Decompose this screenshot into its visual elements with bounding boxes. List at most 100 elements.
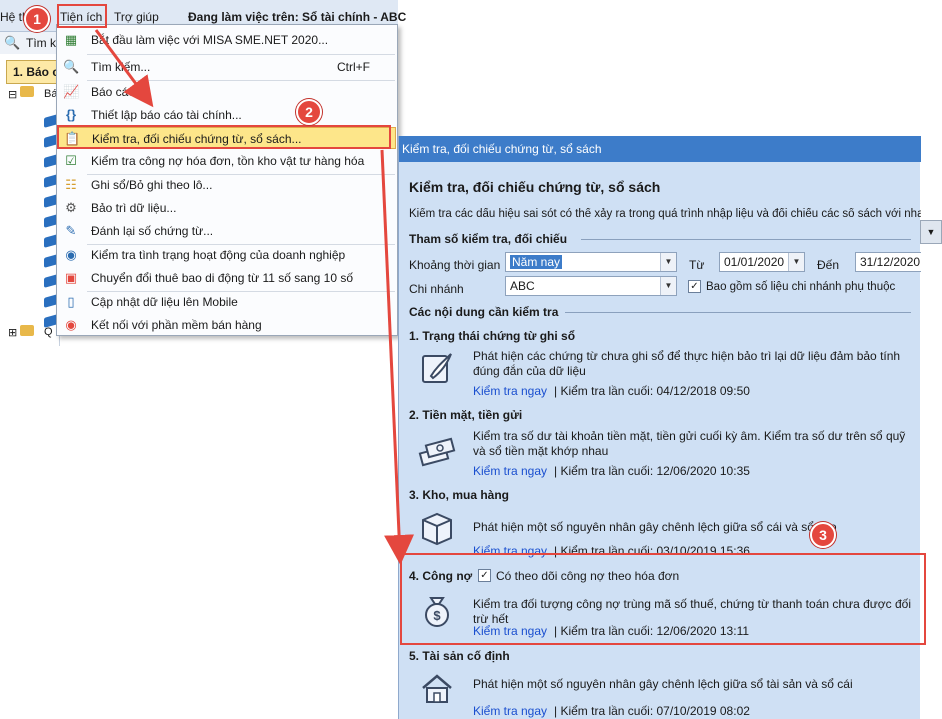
menu-item-shortcut: Ctrl+F: [337, 60, 370, 74]
menu-item-check-debt-invoice[interactable]: ☑ Kiểm tra công nợ hóa đơn, tồn kho vật …: [58, 150, 396, 172]
folder-icon: [20, 86, 34, 97]
menu-item-batch-posting[interactable]: ☷ Ghi sổ/Bỏ ghi theo lô...: [58, 174, 396, 196]
menu-item-search[interactable]: 🔍 Tìm kiếm... Ctrl+F: [58, 56, 396, 78]
check-now-link[interactable]: Kiểm tra ngay: [473, 704, 547, 718]
renumber-icon: ✎: [65, 223, 77, 238]
step-badge-3: 3: [810, 522, 836, 548]
step-badge-1: 1: [24, 6, 50, 32]
include-branch-label: Bao gồm số liệu chi nhánh phụ thuộc: [706, 281, 896, 293]
menu-item-label: Bắt đầu làm việc với MISA SME.NET 2020..…: [91, 33, 329, 47]
item-title: 3. Kho, mua hàng: [409, 488, 510, 502]
chevron-down-icon[interactable]: ▼: [660, 253, 676, 271]
menu-item-data-maintenance[interactable]: ⚙ Bảo trì dữ liệu...: [58, 197, 396, 219]
formula-icon: {}: [65, 107, 77, 122]
gear-icon: ⚙: [65, 200, 77, 215]
menu-item-sales-connect[interactable]: ◉ Kết nối với phần mềm bán hàng: [58, 314, 396, 336]
from-date-value: 01/01/2020: [724, 255, 785, 269]
period-label: Khoảng thời gian: [409, 258, 501, 272]
section-divider: [581, 239, 911, 240]
left-panel: 1. Báo c ⊟ Bá ⊞ Q: [0, 56, 60, 346]
to-date-value: 31/12/2020: [860, 255, 921, 269]
highlight-rect-cong-no: [400, 553, 926, 645]
last-checked: | Kiểm tra lần cuối: 04/12/2018 09:50: [554, 384, 750, 398]
chevron-down-icon[interactable]: ▼: [920, 220, 942, 244]
section-divider: [565, 312, 911, 313]
menu-item-start-misa[interactable]: ▦ Bắt đầu làm việc với MISA SME.NET 2020…: [58, 29, 396, 51]
menu-item-mobile-update[interactable]: ▯ Cập nhật dữ liệu lên Mobile: [58, 291, 396, 313]
dialog-heading: Kiểm tra, đối chiếu chứng từ, sổ sách: [409, 179, 661, 195]
contents-section-head: Các nội dung cần kiểm tra: [409, 305, 559, 319]
menu-tro-giup[interactable]: Trợ giúp: [114, 10, 159, 24]
last-checked: | Kiểm tra lần cuối: 07/10/2019 08:02: [554, 704, 750, 718]
to-date-input[interactable]: 31/12/2020: [855, 252, 921, 272]
branch-select[interactable]: ABC ▼: [505, 276, 677, 296]
menu-item-report[interactable]: 📈 Báo cáo: [58, 81, 396, 103]
menu-separator: [87, 54, 395, 55]
chevron-down-icon[interactable]: ▼: [788, 253, 804, 271]
menu-item-label: Chuyển đổi thuê bao di động từ 11 số san…: [91, 271, 354, 285]
item-description: Phát hiện một số nguyên nhân gây chênh l…: [473, 677, 853, 691]
working-title: Đang làm việc trên: Sổ tài chính - ABC: [188, 10, 407, 24]
check-now-link[interactable]: Kiểm tra ngay: [473, 464, 547, 478]
item-description: Phát hiện các chứng từ chưa ghi sổ để th…: [473, 349, 901, 378]
menu-item-label: Tìm kiếm...: [91, 60, 151, 74]
search-icon: 🔍: [63, 59, 80, 74]
menu-item-phone-convert[interactable]: ▣ Chuyển đổi thuê bao di động từ 11 số s…: [58, 267, 396, 289]
step-badge-2: 2: [296, 99, 322, 125]
tree-expand-icon[interactable]: ⊞: [8, 326, 17, 339]
search-icon[interactable]: 🔍: [4, 35, 20, 51]
batch-posting-icon: ☷: [65, 177, 77, 192]
house-icon: [422, 674, 452, 703]
branch-value: ABC: [510, 279, 535, 293]
dialog-description: Kiểm tra các dấu hiệu sai sót có thể xảy…: [409, 208, 921, 220]
menu-item-label: Kết nối với phần mềm bán hàng: [91, 318, 262, 332]
menu-item-label: Kiểm tra công nợ hóa đơn, tồn kho vật tư…: [91, 154, 365, 168]
chevron-down-icon[interactable]: ▼: [660, 277, 676, 295]
mobile-icon: ▯: [67, 294, 75, 309]
item-description: Kiểm tra số dư tài khoản tiền mặt, tiền …: [473, 429, 906, 458]
folder-icon: [20, 325, 34, 336]
item-title: 5. Tài sản cố định: [409, 649, 510, 663]
branch-label: Chi nhánh: [409, 282, 464, 296]
to-label: Đến: [817, 258, 840, 272]
dialog-titlebar: Kiểm tra, đối chiếu chứng từ, sổ sách: [399, 136, 921, 162]
report-icon: 📈: [63, 84, 80, 99]
menu-item-label: Đánh lại số chứng từ...: [91, 224, 214, 238]
menu-item-business-status[interactable]: ◉ Kiểm tra tình trạng hoạt động của doan…: [58, 244, 396, 266]
toolbar: 🔍 Tìm k: [0, 32, 60, 54]
from-date-input[interactable]: 01/01/2020 ▼: [719, 252, 805, 272]
tien-ich-dropdown: ▦ Bắt đầu làm việc với MISA SME.NET 2020…: [56, 24, 398, 336]
menu-item-label: Kiểm tra tình trạng hoạt động của doanh …: [91, 248, 346, 262]
menu-item-label: Ghi sổ/Bỏ ghi theo lô...: [91, 178, 213, 192]
checkmark-icon: ☑: [65, 153, 77, 168]
menu-item-label: Cập nhật dữ liệu lên Mobile: [91, 295, 238, 309]
box-icon: [422, 512, 452, 546]
misa-start-icon: ▦: [64, 32, 78, 47]
check-now-link[interactable]: Kiểm tra ngay: [473, 384, 547, 398]
highlight-rect-tien-ich: [57, 4, 107, 28]
report-tab[interactable]: 1. Báo c: [6, 60, 60, 84]
toolbar-search-label[interactable]: Tìm k: [26, 36, 56, 50]
highlight-rect-menu-item: [57, 125, 391, 149]
period-select[interactable]: Năm nay ▼: [505, 252, 677, 272]
item-description: Phát hiện một số nguyên nhân gây chênh l…: [473, 520, 837, 534]
sales-connect-icon: ◉: [65, 317, 77, 332]
params-section-head: Tham số kiểm tra, đối chiếu: [409, 232, 568, 246]
menu-item-label: Báo cáo: [91, 85, 136, 99]
tree-expand-icon[interactable]: ⊟: [8, 88, 17, 101]
cash-stack-icon: [418, 437, 456, 467]
phone-convert-icon: ▣: [64, 270, 78, 285]
menu-item-label: Thiết lập báo cáo tài chính...: [91, 108, 242, 122]
business-status-icon: ◉: [65, 247, 77, 262]
quill-document-icon: [422, 353, 452, 383]
item-title: 1. Trạng thái chứng từ ghi sổ: [409, 329, 576, 343]
menu-item-financial-setup[interactable]: {} Thiết lập báo cáo tài chính...: [58, 104, 396, 126]
tree-bottom-label[interactable]: Q: [44, 326, 53, 338]
period-value: Năm nay: [510, 255, 563, 269]
menu-item-label: Bảo trì dữ liệu...: [91, 201, 177, 215]
item-title: 2. Tiền mặt, tiền gửi: [409, 408, 523, 422]
last-checked: | Kiểm tra lần cuối: 12/06/2020 10:35: [554, 464, 750, 478]
from-label: Từ: [689, 258, 705, 272]
include-branch-checkbox[interactable]: ✓: [688, 280, 701, 293]
menu-item-renumber[interactable]: ✎ Đánh lại số chứng từ...: [58, 220, 396, 242]
